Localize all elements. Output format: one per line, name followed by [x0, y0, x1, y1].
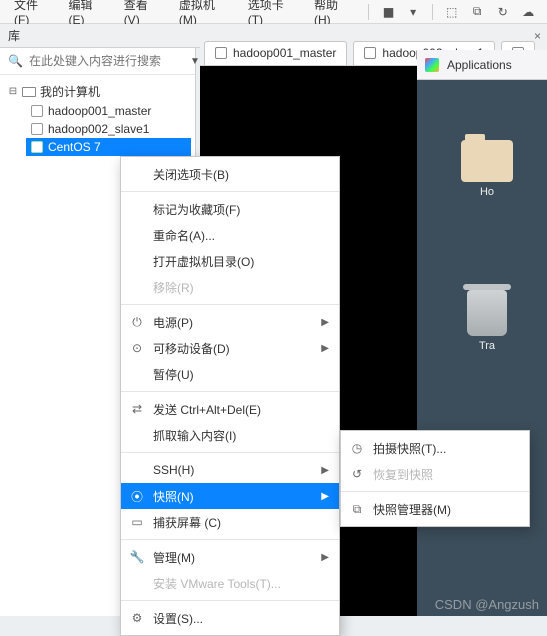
wrench-icon: 🔧: [129, 550, 145, 564]
search-dropdown-icon[interactable]: ▼: [190, 56, 200, 67]
vm-icon: [30, 122, 44, 136]
separator: [368, 4, 369, 20]
guest-desktop[interactable]: Ho Tra: [417, 80, 547, 616]
tree-item-label: CentOS 7: [48, 140, 101, 154]
tree-item-centos7[interactable]: CentOS 7: [26, 138, 191, 156]
sub-take-snapshot[interactable]: ◷拍摄快照(T)...: [341, 435, 529, 461]
pause-icon[interactable]: ▮▮: [377, 3, 399, 21]
vm-icon-running: [30, 140, 44, 154]
ctx-ssh[interactable]: SSH(H)▶: [121, 457, 339, 483]
ctx-capture-screen[interactable]: ▭捕获屏幕 (C): [121, 509, 339, 535]
toolbar-clock-icon[interactable]: ↻: [492, 3, 514, 21]
snapshot-icon: ⦿: [129, 488, 145, 505]
vm-icon: [364, 47, 376, 59]
separator: [432, 4, 433, 20]
tree-item-label: hadoop002_slave1: [48, 122, 149, 136]
manager-icon: ⧉: [349, 502, 365, 517]
ctx-close-tab[interactable]: 关闭选项卡(B): [121, 161, 339, 187]
divider: [341, 491, 529, 492]
trash-icon: [467, 290, 507, 336]
ctx-manage[interactable]: 🔧管理(M)▶: [121, 544, 339, 570]
chevron-right-icon: ▶: [321, 317, 329, 328]
monitor-icon: [22, 85, 36, 99]
search-icon: 🔍: [8, 54, 23, 68]
revert-icon: ↺: [349, 467, 365, 481]
ctx-remove: 移除(R): [121, 274, 339, 300]
tree-root-label: 我的计算机: [40, 83, 100, 100]
ctx-install-tools: 安装 VMware Tools(T)...: [121, 570, 339, 596]
vm-icon: [30, 104, 44, 118]
clock-icon: ◷: [349, 441, 365, 455]
desktop-icon-label: Ho: [457, 186, 517, 198]
divider: [121, 391, 339, 392]
tree-item-hadoop001[interactable]: hadoop001_master: [26, 102, 191, 120]
tab-hadoop001[interactable]: hadoop001_master: [204, 41, 347, 65]
chevron-right-icon: ▶: [321, 552, 329, 563]
toolbar-snapshot-icon[interactable]: ☁: [518, 3, 540, 21]
library-title: 库: [0, 27, 28, 44]
ctx-snapshot[interactable]: ⦿快照(N)▶: [121, 483, 339, 509]
context-menu: 关闭选项卡(B) 标记为收藏项(F) 重命名(A)... 打开虚拟机目录(O) …: [120, 156, 340, 636]
expander-icon[interactable]: ⊟: [8, 86, 18, 97]
desktop-icon-trash[interactable]: Tra: [457, 290, 517, 352]
divider: [121, 600, 339, 601]
ctx-pause[interactable]: 暂停(U): [121, 361, 339, 387]
search-input[interactable]: [29, 54, 184, 68]
tab-label: hadoop001_master: [233, 46, 336, 60]
gear-icon: ⚙: [129, 611, 145, 625]
capture-icon: ▭: [129, 515, 145, 529]
chevron-right-icon: ▶: [321, 491, 329, 502]
device-icon: ⊙: [129, 341, 145, 355]
tree-item-hadoop002[interactable]: hadoop002_slave1: [26, 120, 191, 138]
ctx-power[interactable]: ⏻电源(P)▶: [121, 309, 339, 335]
divider: [121, 304, 339, 305]
ctx-rename[interactable]: 重命名(A)...: [121, 222, 339, 248]
desktop-icon-label: Tra: [457, 340, 517, 352]
menu-bar: 文件(F) 编辑(E) 查看(V) 虚拟机(M) 选项卡(T) 帮助(H) ▮▮…: [0, 0, 547, 24]
divider: [121, 191, 339, 192]
sub-snapshot-manager[interactable]: ⧉快照管理器(M): [341, 496, 529, 522]
divider: [121, 539, 339, 540]
toolbar-icon-2[interactable]: ⧉: [466, 3, 488, 21]
applications-icon[interactable]: [425, 58, 439, 72]
desktop-icon-home[interactable]: Ho: [457, 140, 517, 198]
power-dropdown-icon[interactable]: ▾: [402, 3, 424, 21]
ctx-send-cad[interactable]: ⇄发送 Ctrl+Alt+Del(E): [121, 396, 339, 422]
vm-icon: [215, 47, 227, 59]
ctx-removable[interactable]: ⊙可移动设备(D)▶: [121, 335, 339, 361]
sub-revert-snapshot: ↺恢复到快照: [341, 461, 529, 487]
guest-top-bar: Applications: [417, 50, 547, 80]
ctx-settings[interactable]: ⚙设置(S)...: [121, 605, 339, 631]
tree-item-label: hadoop001_master: [48, 104, 151, 118]
toolbar-icon-1[interactable]: ⬚: [441, 3, 463, 21]
folder-icon: [461, 140, 513, 182]
applications-label[interactable]: Applications: [447, 58, 512, 72]
chevron-right-icon: ▶: [321, 465, 329, 476]
divider: [121, 452, 339, 453]
send-keys-icon: ⇄: [129, 402, 145, 416]
power-icon: ⏻: [129, 315, 145, 330]
chevron-right-icon: ▶: [321, 343, 329, 354]
ctx-open-dir[interactable]: 打开虚拟机目录(O): [121, 248, 339, 274]
snapshot-submenu: ◷拍摄快照(T)... ↺恢复到快照 ⧉快照管理器(M): [340, 430, 530, 527]
tree-root[interactable]: ⊟ 我的计算机: [4, 81, 191, 102]
ctx-grab-input[interactable]: 抓取输入内容(I): [121, 422, 339, 448]
ctx-favorite[interactable]: 标记为收藏项(F): [121, 196, 339, 222]
vm-tree: ⊟ 我的计算机 hadoop001_master hadoop002_slave…: [0, 75, 195, 162]
search-row: 🔍 ▼: [0, 48, 195, 75]
watermark: CSDN @Angzush: [435, 597, 539, 612]
